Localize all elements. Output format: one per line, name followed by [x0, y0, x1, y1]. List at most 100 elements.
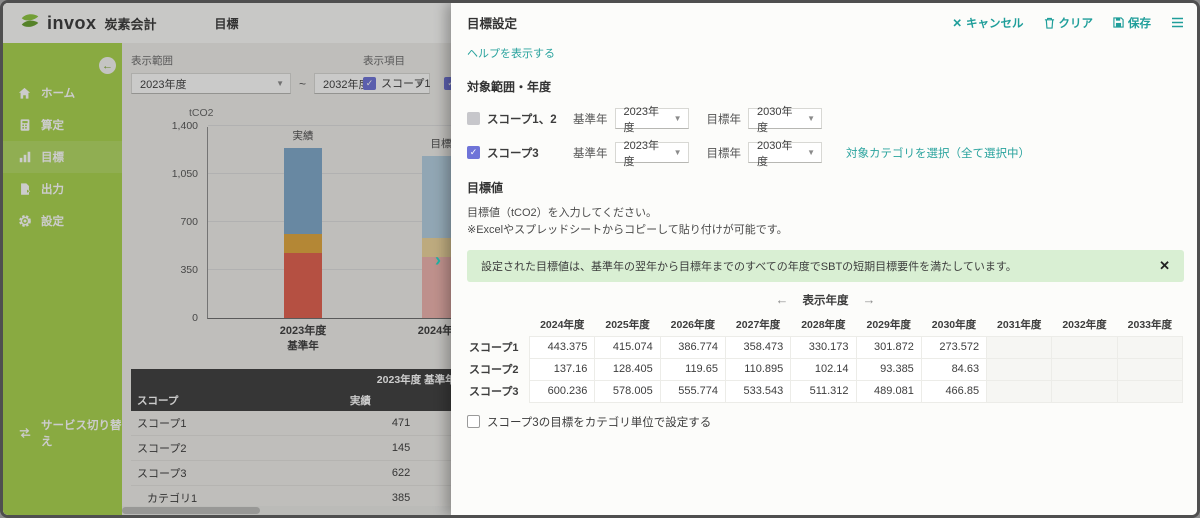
target-value-cell[interactable]: 555.774: [660, 380, 725, 402]
target-value-cell[interactable]: [1052, 358, 1117, 380]
target-value-cell[interactable]: 489.081: [856, 380, 921, 402]
chart-unit-label: tCO2: [189, 107, 214, 119]
panel-menu-button[interactable]: [1171, 17, 1184, 28]
target-value-cell[interactable]: 466.85: [921, 380, 986, 402]
arrow-left-icon: ←: [102, 60, 113, 72]
target-value-cell[interactable]: [1052, 336, 1117, 358]
target-value-cell[interactable]: 110.895: [725, 358, 790, 380]
range-from-select[interactable]: 2023年度 ▼: [131, 73, 291, 94]
target-value-cell[interactable]: 443.375: [530, 336, 595, 358]
year-nav-right-arrow-icon[interactable]: →: [863, 292, 876, 307]
sidebar-item-label: 出力: [41, 181, 64, 197]
checkbox-checked-icon: ✓: [363, 77, 376, 90]
target-value-cell[interactable]: [987, 358, 1052, 380]
year-nav-label: 表示年度: [803, 292, 849, 308]
range-separator: ~: [299, 77, 306, 91]
brand-logo[interactable]: invox 炭素会計: [19, 10, 157, 37]
target-value-cell[interactable]: 102.14: [791, 358, 856, 380]
target-value-cell[interactable]: 358.473: [725, 336, 790, 358]
target-value-cell[interactable]: 578.005: [595, 380, 660, 402]
table-row: スコープ2137.16128.405119.65110.895102.1493.…: [467, 358, 1183, 380]
target-value-cell[interactable]: 386.774: [660, 336, 725, 358]
target-value-cell[interactable]: 93.385: [856, 358, 921, 380]
target-value-cell[interactable]: 330.173: [791, 336, 856, 358]
target-value-cell[interactable]: [1052, 380, 1117, 402]
scope12-checkbox[interactable]: [467, 112, 480, 125]
collapse-sidebar-button[interactable]: ←: [99, 57, 116, 74]
y-axis-tick: 350: [136, 264, 198, 276]
help-link[interactable]: ヘルプを表示する: [467, 45, 555, 61]
left-region: invox 炭素会計 目標 ← ホーム 算定: [3, 3, 451, 515]
year-column-header: 2033年度: [1117, 314, 1182, 337]
row-label: スコープ2: [131, 436, 305, 461]
scope3-category-checkbox-label: スコープ3の目標をカテゴリ単位で設定する: [487, 414, 711, 430]
y-axis-tick: 0: [136, 312, 198, 324]
target-value-cell[interactable]: 84.63: [921, 358, 986, 380]
target-value-cell[interactable]: 415.074: [595, 336, 660, 358]
sidebar-item-target[interactable]: 目標: [3, 141, 122, 173]
year-column-header: 2029年度: [856, 314, 921, 337]
scope1-filter-checkbox[interactable]: ✓ スコープ1: [363, 75, 430, 91]
sbt-banner-text: 設定された目標値は、基準年の翌年から目標年までのすべての年度でSBTの短期目標要…: [481, 258, 1017, 274]
sidebar-item-settings[interactable]: 設定: [3, 205, 122, 237]
brand-suffix: 炭素会計: [105, 14, 157, 33]
bar-value-label: 目標: [411, 136, 451, 151]
sidebar-item-calculation[interactable]: 算定: [3, 109, 122, 141]
scope3-base-year-select[interactable]: 2023年度 ▼: [615, 142, 689, 163]
scope3-label: スコープ3: [487, 145, 573, 161]
scope3-checkbox[interactable]: ✓: [467, 146, 480, 159]
target-value-cell[interactable]: [1117, 358, 1182, 380]
target-value-cell[interactable]: 273.572: [921, 336, 986, 358]
target-value-cell[interactable]: 137.16: [530, 358, 595, 380]
gear-icon: [17, 214, 32, 229]
scope3-target-year-select[interactable]: 2030年度 ▼: [748, 142, 822, 163]
banner-close-icon[interactable]: ✕: [1159, 258, 1170, 274]
sidebar-item-label: 目標: [41, 149, 64, 165]
gridline: [208, 173, 451, 174]
target-value-cell[interactable]: [987, 380, 1052, 402]
target-value-cell[interactable]: 128.405: [595, 358, 660, 380]
y-axis-tick: 700: [136, 216, 198, 228]
year-nav-left-arrow-icon[interactable]: ←: [776, 292, 789, 307]
scope12-target-year-select[interactable]: 2030年度 ▼: [748, 108, 822, 129]
switch-service-icon: [17, 426, 32, 441]
sidebar-item-service-switch[interactable]: サービス切り替え: [3, 409, 122, 457]
table-row: スコープ3600.236578.005555.774533.543511.312…: [467, 380, 1183, 402]
bar-2024年度: 目標: [422, 126, 451, 318]
target-value-cell[interactable]: [987, 336, 1052, 358]
bar-segment-スコープ1: [284, 253, 322, 318]
horizontal-scrollbar[interactable]: [122, 506, 451, 515]
target-value-cell[interactable]: 119.65: [660, 358, 725, 380]
caret-down-icon: ▼: [807, 148, 815, 157]
cell-value: [416, 461, 451, 486]
export-icon: [17, 182, 32, 197]
scope12-base-year-select[interactable]: 2023年度 ▼: [615, 108, 689, 129]
save-button[interactable]: 保存: [1113, 15, 1151, 31]
cancel-button[interactable]: ✕ キャンセル: [952, 15, 1023, 31]
select-categories-link[interactable]: 対象カテゴリを選択（全て選択中）: [846, 145, 1030, 161]
target-value-cell[interactable]: 600.236: [530, 380, 595, 402]
scrollbar-thumb[interactable]: [122, 507, 260, 514]
clear-button[interactable]: クリア: [1044, 15, 1094, 31]
save-icon: [1113, 17, 1124, 28]
target-value-cell[interactable]: 533.543: [725, 380, 790, 402]
scope12-label: スコープ1、2: [487, 111, 573, 127]
brand-name: invox: [47, 13, 97, 34]
year-column-header: 2027年度: [725, 314, 790, 337]
table-row: スコープ1443.375415.074386.774358.473330.173…: [467, 336, 1183, 358]
cell-value: [416, 411, 451, 436]
scope3-category-checkbox-row[interactable]: スコープ3の目標をカテゴリ単位で設定する: [467, 414, 1184, 430]
cancel-x-icon: ✕: [952, 16, 962, 30]
target-value-cell[interactable]: 301.872: [856, 336, 921, 358]
expand-panel-chevron[interactable]: ›: [435, 251, 441, 269]
sidebar-item-home[interactable]: ホーム: [3, 77, 122, 109]
target-settings-panel: 目標設定 ✕ キャンセル クリア 保存: [451, 3, 1200, 515]
target-value-cell[interactable]: 511.312: [791, 380, 856, 402]
scope3-category-checkbox[interactable]: [467, 415, 480, 428]
home-icon: [17, 86, 32, 101]
sidebar-item-output[interactable]: 出力: [3, 173, 122, 205]
table-row: スコープ1471443: [131, 411, 451, 436]
target-value-cell[interactable]: [1117, 336, 1182, 358]
summary-column-header: 目標: [416, 390, 451, 411]
target-value-cell[interactable]: [1117, 380, 1182, 402]
